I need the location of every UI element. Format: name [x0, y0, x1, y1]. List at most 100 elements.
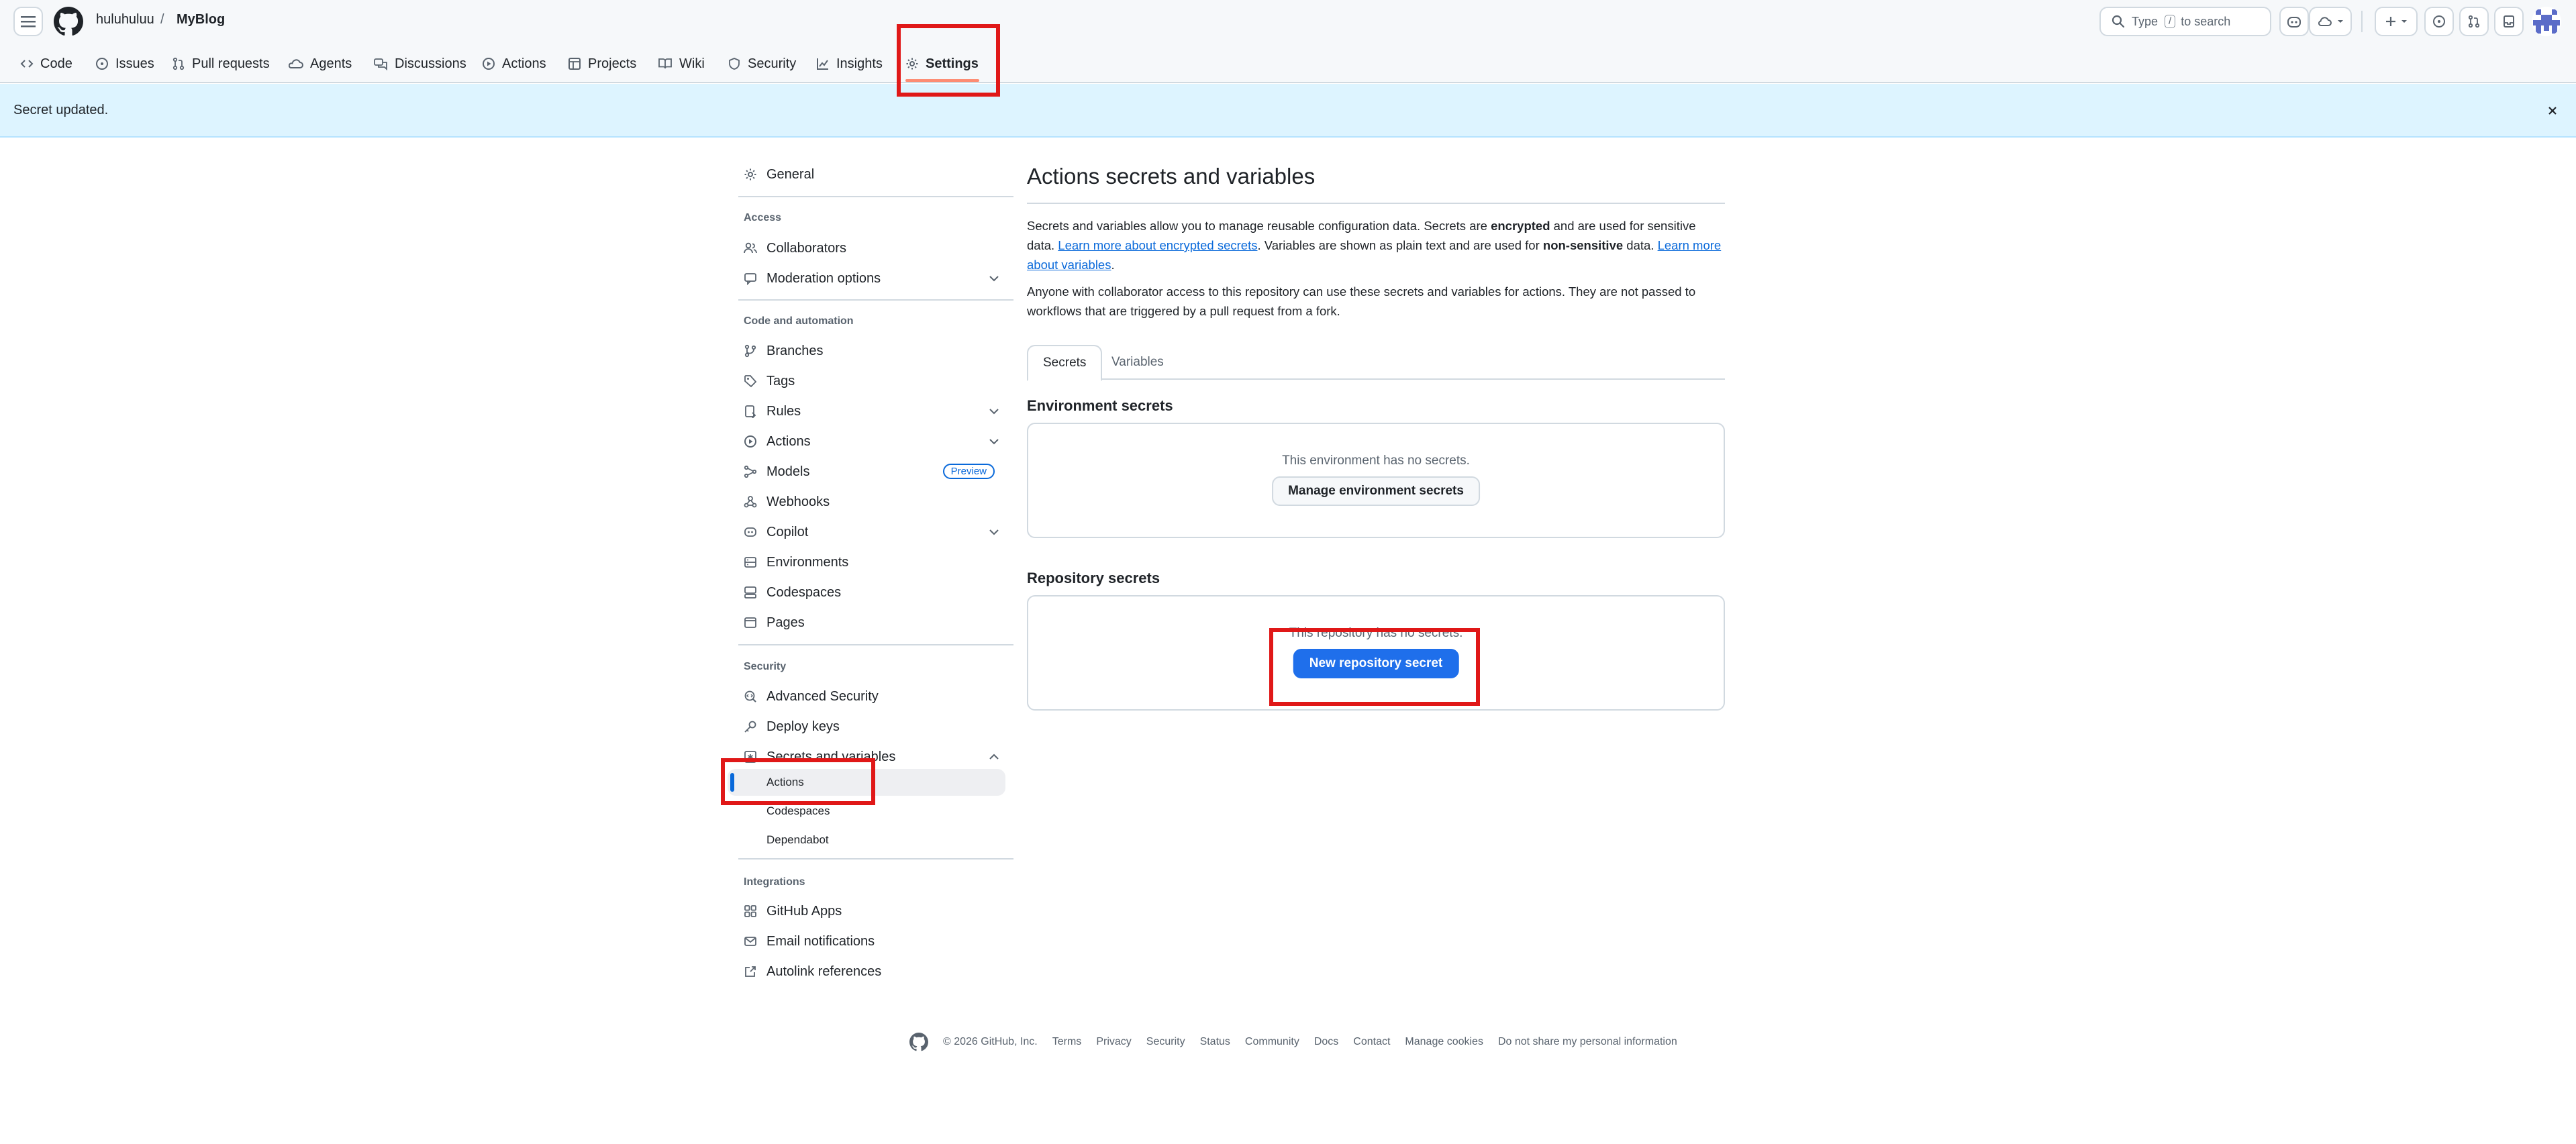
- sidebar-item-label: Email notifications: [766, 933, 875, 949]
- tab-projects[interactable]: Projects: [568, 50, 636, 78]
- sidebar-item-collaborators[interactable]: Collaborators: [728, 233, 1005, 263]
- description-text: . Variables are shown as plain text and …: [1257, 238, 1543, 252]
- sidebar-item-github-apps[interactable]: GitHub Apps: [728, 896, 1005, 926]
- chevron-down-icon: [989, 529, 999, 535]
- learn-more-secrets-link[interactable]: Learn more about encrypted secrets: [1058, 238, 1257, 252]
- pull-requests-button[interactable]: [2459, 7, 2489, 36]
- highlight-settings-tab: [897, 24, 1000, 97]
- code-icon: [20, 60, 34, 68]
- sidebar-subitem-dependabot[interactable]: Dependabot: [728, 827, 1005, 853]
- inbox-button[interactable]: [2494, 7, 2524, 36]
- sidebar-item-rules[interactable]: Rules: [728, 397, 1005, 426]
- footer-link-privacy[interactable]: Privacy: [1096, 1036, 1131, 1048]
- sidebar-item-email-notifications[interactable]: Email notifications: [728, 927, 1005, 956]
- play-icon: [744, 435, 756, 448]
- copilot-menu-button[interactable]: [2309, 7, 2352, 36]
- sidebar-item-general[interactable]: General: [728, 160, 1005, 189]
- sidebar-item-pages[interactable]: Pages: [728, 608, 1005, 637]
- tab-variables[interactable]: Variables: [1097, 345, 1179, 380]
- issues-button[interactable]: [2424, 7, 2454, 36]
- tab-secrets[interactable]: Secrets: [1027, 345, 1103, 381]
- sidebar-item-actions[interactable]: Actions: [728, 427, 1005, 456]
- sidebar-item-tags[interactable]: Tags: [728, 366, 1005, 396]
- tab-actions[interactable]: Actions: [482, 50, 546, 78]
- sidebar-item-moderation[interactable]: Moderation options: [728, 264, 1005, 293]
- sidebar-item-label: Autolink references: [766, 964, 882, 979]
- footer-link-do-not-share[interactable]: Do not share my personal information: [1498, 1036, 1677, 1048]
- tab-label: Actions: [502, 56, 546, 71]
- sidebar-item-branches[interactable]: Branches: [728, 336, 1005, 366]
- environment-secrets-box: This environment has no secrets. Manage …: [1027, 423, 1725, 538]
- description-paragraph: Secrets and variables allow you to manag…: [1027, 216, 1725, 274]
- sidebar-item-codespaces[interactable]: Codespaces: [728, 578, 1005, 607]
- tab-discussions[interactable]: Discussions: [373, 50, 466, 78]
- sidebar-item-advanced-security[interactable]: Advanced Security: [728, 682, 1005, 711]
- tab-label: Insights: [836, 56, 883, 71]
- menu-button[interactable]: [13, 7, 43, 36]
- create-new-button[interactable]: [2375, 7, 2418, 36]
- tab-wiki[interactable]: Wiki: [658, 50, 705, 78]
- breadcrumb-repo[interactable]: MyBlog: [177, 12, 225, 28]
- sidebar-subitem-label: Codespaces: [766, 804, 830, 817]
- description-text: data.: [1623, 238, 1658, 252]
- sidebar-item-webhooks[interactable]: Webhooks: [728, 487, 1005, 517]
- environment-secrets-heading: Environment secrets: [1027, 397, 1173, 414]
- copilot-button[interactable]: [2279, 7, 2309, 36]
- sidebar-item-models[interactable]: Models Preview: [728, 457, 1005, 486]
- footer-link-docs[interactable]: Docs: [1314, 1036, 1338, 1048]
- footer-link-status[interactable]: Status: [1200, 1036, 1230, 1048]
- manage-environment-secrets-button[interactable]: Manage environment secrets: [1272, 476, 1480, 506]
- branch-icon: [744, 344, 756, 358]
- sidebar-item-copilot[interactable]: Copilot: [728, 517, 1005, 547]
- tab-label: Discussions: [395, 56, 466, 71]
- avatar[interactable]: [2532, 7, 2561, 36]
- chevron-down-icon: [989, 409, 999, 415]
- tab-issues[interactable]: Issues: [95, 50, 154, 78]
- model-icon: [744, 465, 757, 478]
- sidebar-item-environments[interactable]: Environments: [728, 548, 1005, 577]
- breadcrumb-owner[interactable]: huluhuluu: [96, 12, 154, 28]
- tab-insights[interactable]: Insights: [816, 50, 883, 78]
- flash-close-button[interactable]: [2544, 102, 2561, 119]
- tab-security[interactable]: Security: [728, 50, 796, 78]
- search-input[interactable]: Type / to search: [2099, 7, 2271, 36]
- tab-agents[interactable]: Agents: [289, 50, 352, 78]
- graph-icon: [817, 58, 828, 70]
- tab-pull-requests[interactable]: Pull requests: [172, 50, 270, 78]
- copilot-icon: [744, 527, 756, 537]
- sidebar-item-label: Collaborators: [766, 240, 846, 256]
- repository-secrets-heading: Repository secrets: [1027, 570, 1160, 586]
- sidebar-item-deploy-keys[interactable]: Deploy keys: [728, 712, 1005, 741]
- footer-copyright: © 2026 GitHub, Inc.: [943, 1036, 1038, 1047]
- search-placeholder-post: to search: [2181, 14, 2231, 28]
- footer-link-security[interactable]: Security: [1146, 1036, 1185, 1048]
- copilot-icon: [2287, 17, 2301, 28]
- sidebar-item-autolink[interactable]: Autolink references: [728, 957, 1005, 986]
- tab-label: Pull requests: [192, 56, 270, 71]
- github-logo-icon[interactable]: [54, 7, 83, 36]
- discussion-icon: [374, 58, 387, 70]
- app-header: huluhuluu / MyBlog Type / to search Code…: [0, 0, 2576, 83]
- tab-label: Issues: [115, 56, 154, 71]
- cross-reference-icon: [745, 966, 756, 977]
- secrets-variables-tabs: Secrets Variables: [1027, 345, 1725, 381]
- tab-code[interactable]: Code: [20, 50, 72, 78]
- sidebar-item-label: Pages: [766, 615, 805, 630]
- footer-link-manage-cookies[interactable]: Manage cookies: [1405, 1036, 1483, 1048]
- sidebar-divider: [738, 858, 1013, 860]
- footer-link-community[interactable]: Community: [1245, 1036, 1299, 1048]
- tab-label: Projects: [588, 56, 637, 71]
- sidebar-item-label: Copilot: [766, 524, 809, 539]
- footer-link-contact[interactable]: Contact: [1353, 1036, 1390, 1048]
- repo-push-icon: [745, 405, 756, 418]
- sidebar-item-label: Advanced Security: [766, 688, 879, 704]
- top-bar: huluhuluu / MyBlog Type / to search: [0, 0, 2576, 43]
- github-logo-icon[interactable]: [909, 1033, 928, 1051]
- header-divider: [2361, 11, 2363, 32]
- shield-icon: [729, 58, 740, 70]
- sidebar-item-label: Environments: [766, 554, 849, 570]
- preview-badge: Preview: [942, 464, 995, 479]
- issue-icon: [2433, 15, 2445, 28]
- footer-link-terms[interactable]: Terms: [1052, 1036, 1082, 1048]
- sidebar-item-label: General: [766, 166, 815, 182]
